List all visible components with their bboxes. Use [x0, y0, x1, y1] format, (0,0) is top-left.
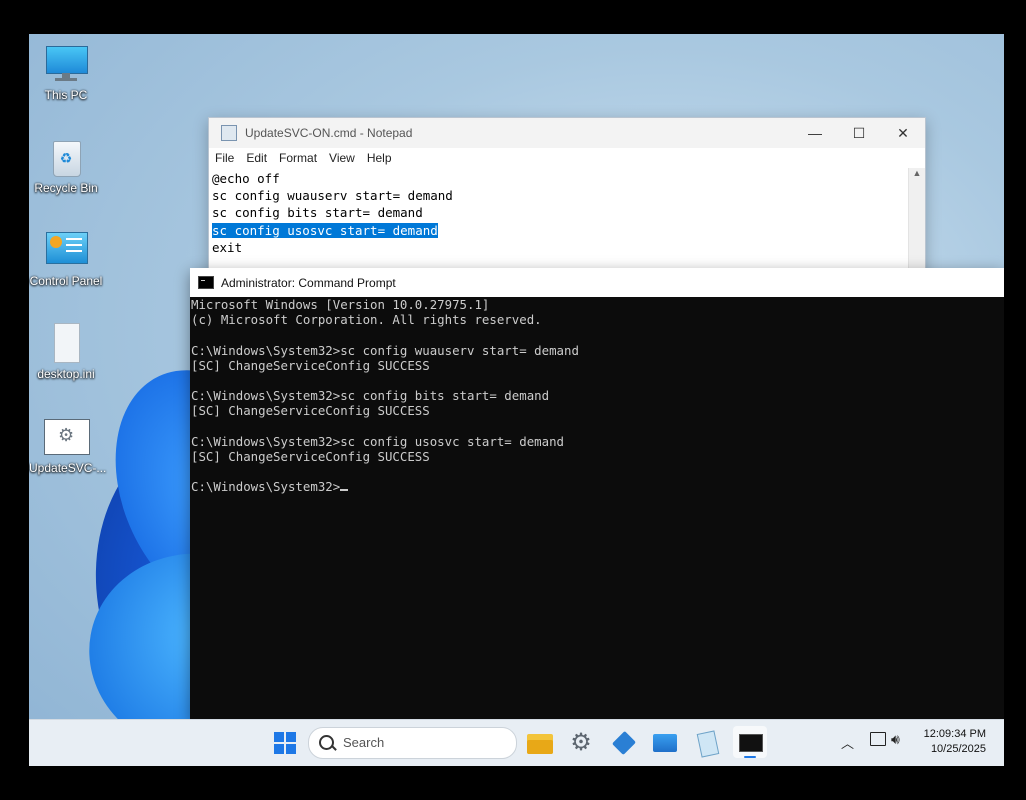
search-box[interactable]: Search — [308, 727, 517, 759]
text-selection: sc config usosvc start= demand — [212, 222, 438, 238]
file-icon — [44, 323, 88, 363]
console-line: [SC] ChangeServiceConfig SUCCESS — [191, 357, 430, 373]
desktop-icon-label: Control Panel — [29, 274, 103, 288]
console-line: [SC] ChangeServiceConfig SUCCESS — [191, 403, 430, 419]
text-cursor — [340, 489, 349, 492]
cmd-file-icon: ⚙ — [44, 417, 90, 457]
text-line: sc config wuauserv start= demand — [212, 188, 453, 204]
search-placeholder: Search — [343, 735, 385, 750]
desktop-icon-label: This PC — [44, 88, 88, 102]
notepad-icon[interactable] — [692, 728, 722, 758]
console-line: Microsoft Windows [Version 10.0.27975.1] — [191, 297, 490, 312]
console-line: C:\Windows\System32>sc config bits start… — [191, 388, 550, 404]
notepad-window[interactable]: UpdateSVC-ON.cmd - Notepad — ☐ ✕ File Ed… — [208, 117, 926, 279]
console-line: [SC] ChangeServiceConfig SUCCESS — [191, 449, 430, 465]
menu-view[interactable]: View — [323, 151, 361, 165]
console-line: ​ — [191, 373, 1003, 388]
text-line: exit — [212, 239, 243, 255]
text-line: @echo off — [212, 171, 280, 186]
volume-icon[interactable]: 🔊︎ — [891, 731, 900, 748]
network-icon[interactable] — [870, 732, 886, 746]
scroll-up-icon[interactable]: ▲ — [909, 168, 925, 178]
desktop: This PC ♻ Recycle Bin Control Panel desk… — [29, 34, 1004, 766]
desktop-icon-label: UpdateSVC-... — [29, 461, 107, 475]
desktop-icon-this-pc[interactable]: This PC — [29, 44, 103, 102]
console-output[interactable]: Microsoft Windows [Version 10.0.27975.1]… — [190, 297, 1004, 495]
start-icon[interactable] — [271, 728, 301, 758]
text-line-selected: sc config usosvc start= demand — [212, 222, 906, 239]
console-line: C:\Windows\System32>sc config usosvc sta… — [191, 433, 564, 449]
desktop-icon-desktop-ini[interactable]: desktop.ini — [29, 323, 103, 381]
console-line: ​ — [191, 327, 1003, 342]
recycle-bin-icon: ♻ — [44, 137, 88, 177]
desktop-icon-label: Recycle Bin — [34, 181, 98, 195]
desktop-icon-control-panel[interactable]: Control Panel — [29, 230, 103, 288]
console-line: C:\Windows\System32>sc config wuauserv s… — [191, 342, 579, 358]
chevron-up-icon[interactable]: ︿ — [841, 733, 854, 752]
maximize-button[interactable]: ☐ — [837, 125, 881, 142]
console-line: ​ — [191, 464, 1003, 479]
desktop-icon-updatesvc[interactable]: ⚙ UpdateSVC-... — [29, 417, 107, 475]
desktop-icon-recycle-bin[interactable]: ♻ Recycle Bin — [29, 137, 103, 195]
file-explorer-icon[interactable] — [525, 728, 555, 758]
taskbar: Search ⚙ ︿ 🔊︎ 12:09:34 PM 10/25/2025 — [29, 719, 1004, 766]
clock[interactable]: 12:09:34 PM 10/25/2025 — [924, 727, 986, 757]
window-title: UpdateSVC-ON.cmd - Notepad — [245, 126, 413, 140]
photos-icon[interactable] — [650, 728, 680, 758]
terminal-icon[interactable] — [733, 726, 767, 758]
console-line: (c) Microsoft Corporation. All rights re… — [191, 312, 542, 328]
console-line: ​ — [191, 419, 1003, 434]
notepad-titlebar[interactable]: UpdateSVC-ON.cmd - Notepad — ☐ ✕ — [209, 118, 925, 148]
notepad-icon — [221, 125, 237, 141]
control-panel-icon — [44, 230, 88, 270]
cmd-titlebar[interactable]: Administrator: Command Prompt — [190, 268, 1004, 297]
command-prompt-window[interactable]: Administrator: Command Prompt Microsoft … — [190, 268, 1004, 720]
menu-format[interactable]: Format — [273, 151, 323, 165]
console-prompt-line[interactable]: C:\Windows\System32> — [191, 479, 1003, 494]
clock-date: 10/25/2025 — [930, 743, 986, 755]
console-prompt: C:\Windows\System32> — [191, 479, 341, 495]
menu-file[interactable]: File — [209, 151, 240, 165]
cmd-icon — [198, 276, 214, 289]
menu-bar: File Edit Format View Help — [209, 148, 925, 168]
settings-icon[interactable]: ⚙ — [566, 728, 596, 758]
text-line: sc config bits start= demand — [212, 205, 423, 221]
clock-time: 12:09:34 PM — [923, 728, 986, 740]
desktop-icon-label: desktop.ini — [37, 367, 95, 381]
vertical-scrollbar[interactable]: ▲ — [908, 168, 925, 278]
window-title: Administrator: Command Prompt — [221, 275, 396, 290]
monitor-icon — [44, 44, 88, 84]
menu-help[interactable]: Help — [361, 151, 398, 165]
search-icon — [319, 735, 334, 750]
sandbox-icon[interactable] — [609, 728, 639, 758]
menu-edit[interactable]: Edit — [240, 151, 273, 165]
close-button[interactable]: ✕ — [881, 125, 925, 142]
minimize-button[interactable]: — — [793, 125, 837, 142]
notepad-text-area[interactable]: @echo off sc config wuauserv start= deman… — [209, 168, 909, 278]
